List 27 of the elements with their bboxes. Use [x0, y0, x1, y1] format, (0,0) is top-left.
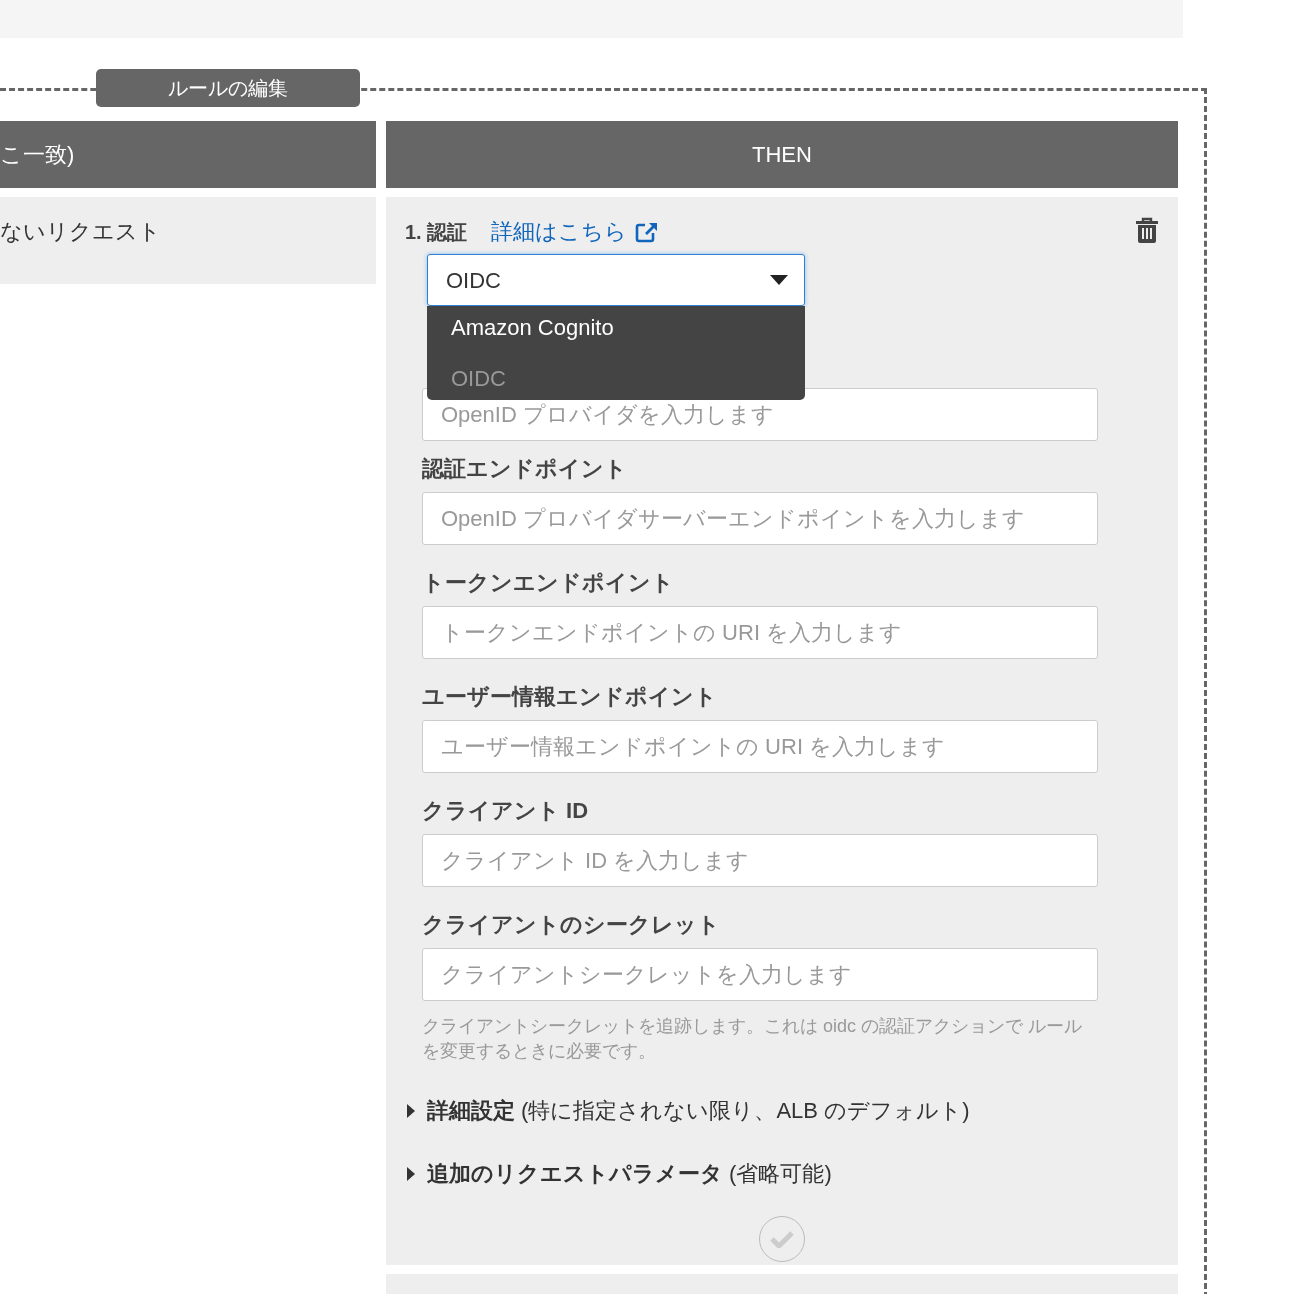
- field-label: クライアントのシークレット: [422, 913, 721, 937]
- external-link-icon: [635, 220, 660, 243]
- action-title: 1. 認証: [405, 219, 468, 245]
- column-header: THEN: [386, 121, 1178, 188]
- section-toggle[interactable]: 詳細設定 (特に指定されない限り、ALB のデフォルト): [405, 1094, 1098, 1127]
- help-text: クライアントシークレットを追跡します。これは oidc の認証アクションで ルールを変更するときに必要です。: [422, 1015, 1084, 1063]
- column-header: こ一致): [0, 121, 376, 188]
- caret-icon: [770, 275, 788, 285]
- section-title: ルールの編集: [96, 69, 360, 107]
- input-field[interactable]: クライアント ID を入力します: [422, 834, 1098, 887]
- trash-icon[interactable]: [1136, 217, 1158, 243]
- caret-icon: [405, 1103, 417, 1118]
- input-field[interactable]: クライアントシークレットを入力します: [422, 948, 1098, 1001]
- input-field[interactable]: トークンエンドポイントの URI を入力します: [422, 606, 1098, 659]
- input-field[interactable]: ユーザー情報エンドポイントの URI を入力します: [422, 720, 1098, 773]
- caret-icon: [405, 1166, 417, 1181]
- field-label: ユーザー情報エンドポイント: [422, 685, 718, 709]
- condition-text: ないリクエスト: [0, 219, 161, 244]
- field-label: クライアント ID: [422, 799, 590, 823]
- select-field[interactable]: OIDC: [427, 254, 805, 306]
- dropdown-option[interactable]: Amazon Cognito: [427, 311, 805, 353]
- field-label: 認証エンドポイント: [422, 457, 628, 481]
- details-link[interactable]: 詳細はこちら: [491, 215, 660, 248]
- section-toggle[interactable]: 追加のリクエストパラメータ (省略可能): [405, 1157, 1098, 1190]
- check-icon: [770, 1230, 794, 1248]
- field-label: トークンエンドポイント: [422, 571, 675, 595]
- input-field[interactable]: OpenID プロバイダサーバーエンドポイントを入力します: [422, 492, 1098, 545]
